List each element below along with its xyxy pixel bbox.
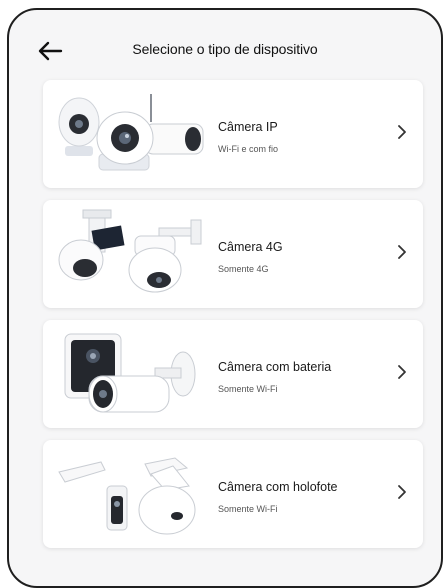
card-subtitle: Somente 4G [218, 264, 269, 274]
device-type-battery-camera[interactable]: Câmera com bateria Somente Wi-Fi [43, 320, 423, 428]
card-title: Câmera com holofote [218, 480, 338, 494]
header: Selecione o tipo de dispositivo [9, 10, 441, 84]
battery-camera-illustration [55, 326, 205, 422]
chevron-right-icon [398, 125, 406, 139]
card-title: Câmera 4G [218, 240, 283, 254]
chevron-right-icon [398, 365, 406, 379]
device-type-4g-camera[interactable]: Câmera 4G Somente 4G [43, 200, 423, 308]
device-type-ip-camera[interactable]: Câmera IP Wi-Fi e com fio [43, 80, 423, 188]
card-title: Câmera IP [218, 120, 278, 134]
card-title: Câmera com bateria [218, 360, 332, 374]
chevron-right-icon [398, 485, 406, 499]
page-title: Selecione o tipo de dispositivo [132, 41, 318, 57]
device-type-floodlight-camera[interactable]: Câmera com holofote Somente Wi-Fi [43, 440, 423, 548]
card-subtitle: Wi-Fi e com fio [218, 144, 279, 154]
chevron-right-icon [398, 245, 406, 259]
ip-camera-illustration [55, 86, 205, 182]
card-subtitle: Somente Wi-Fi [218, 384, 278, 394]
4g-camera-illustration [55, 206, 205, 302]
device-frame: Selecione o tipo de dispositivo Câmera I… [7, 8, 443, 588]
floodlight-camera-illustration [55, 446, 205, 542]
card-subtitle: Somente Wi-Fi [218, 504, 278, 514]
